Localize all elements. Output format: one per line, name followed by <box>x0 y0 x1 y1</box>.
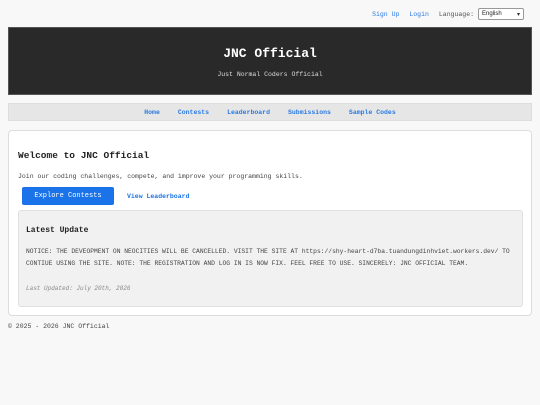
welcome-intro: Join our coding challenges, compete, and… <box>18 173 303 180</box>
language-label: Language: <box>438 10 474 18</box>
nav-item-sample-codes[interactable]: Sample Codes <box>349 109 396 116</box>
nav-item-leaderboard[interactable]: Leaderboard <box>227 109 270 116</box>
nav-item-submissions[interactable]: Submissions <box>288 109 331 116</box>
sign-up-link[interactable]: Sign Up <box>372 11 399 18</box>
last-updated: Last Updated: July 20th, 2026 <box>26 285 131 292</box>
explore-contests-button[interactable]: Explore Contests <box>22 187 114 205</box>
update-notice: NOTICE: THE DEVEOPMENT ON NEOCITIES WILL… <box>26 248 510 267</box>
main-nav: Home Contests Leaderboard Submissions Sa… <box>8 103 532 121</box>
language-select[interactable]: English ▾ <box>478 8 524 20</box>
welcome-heading: Welcome to JNC Official <box>18 150 150 161</box>
welcome-card: Welcome to JNC Official Join our coding … <box>8 130 532 316</box>
nav-item-contests[interactable]: Contests <box>178 109 209 116</box>
site-subtitle: Just Normal Coders Official <box>217 71 323 78</box>
top-bar: Sign Up Login Language: English ▾ <box>362 8 524 20</box>
site-title: JNC Official <box>223 46 317 61</box>
site-header: JNC Official Just Normal Coders Official <box>8 27 532 95</box>
nav-item-home[interactable]: Home <box>144 109 160 116</box>
latest-update-box: Latest Update NOTICE: THE DEVEOPMENT ON … <box>18 210 523 307</box>
view-leaderboard-link[interactable]: View Leaderboard <box>127 193 189 200</box>
language-selected-value: English <box>482 11 502 17</box>
latest-update-heading: Latest Update <box>26 226 89 235</box>
login-link[interactable]: Login <box>409 11 429 18</box>
chevron-down-icon: ▾ <box>516 11 520 18</box>
footer-copyright: © 2025 - 2026 JNC Official <box>8 323 110 330</box>
